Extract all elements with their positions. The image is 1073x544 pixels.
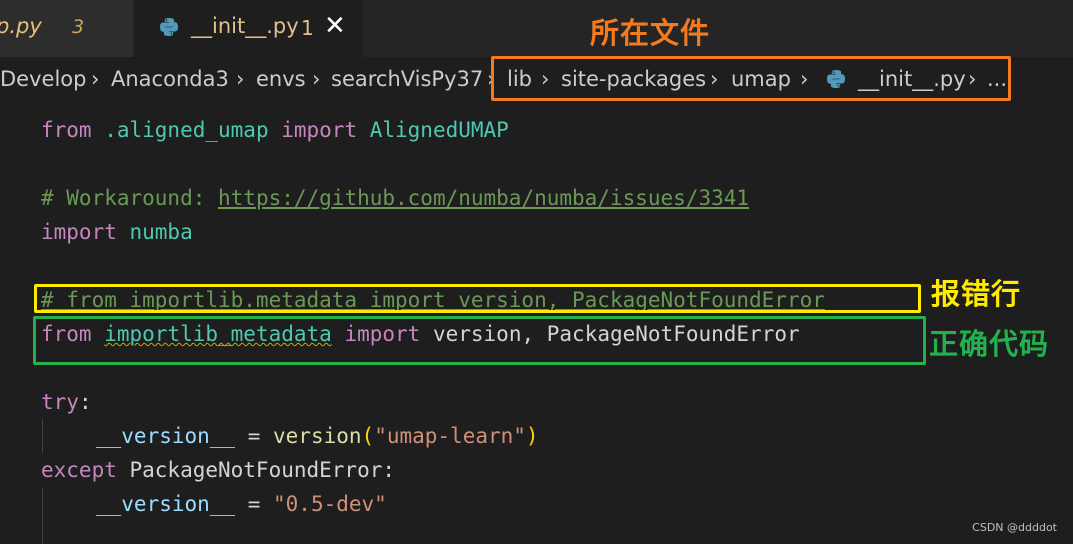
breadcrumb-item-envs[interactable]: envs [256, 67, 306, 91]
comment-link[interactable]: https://github.com/numba/numba/issues/33… [218, 186, 749, 210]
keyword: import [41, 220, 117, 244]
fix-annotation-label: 正确代码 [929, 327, 1050, 361]
chevron-right-icon: › [236, 67, 245, 91]
indent-guide [42, 487, 43, 523]
module-name: .aligned_umap [91, 118, 282, 142]
paren: ) [525, 424, 539, 448]
code-line-9: try: [41, 385, 92, 419]
code-line-10: __version__ = version("umap-learn") [96, 419, 539, 453]
code-line-1: from .aligned_umap import AlignedUMAP [41, 113, 509, 147]
correct-code-highlight-box [33, 316, 926, 365]
tab-label: __init__.py [191, 14, 299, 38]
code-line-3: # Workaround: https://github.com/numba/n… [41, 181, 749, 215]
string-literal: "umap-learn" [374, 424, 526, 448]
keyword: try [41, 390, 79, 414]
problem-count-badge: 3 [72, 16, 85, 38]
python-icon [159, 17, 179, 41]
function-call: version [273, 424, 362, 448]
chevron-right-icon: › [312, 67, 321, 91]
watermark: CSDN @ddddot [972, 521, 1057, 534]
class-name: AlignedUMAP [357, 118, 509, 142]
file-annotation-label: 所在文件 [590, 16, 711, 50]
paren: ( [361, 424, 375, 448]
breadcrumb-item-anaconda3[interactable]: Anaconda3 [111, 67, 229, 91]
keyword: import [281, 118, 358, 142]
error-line-highlight-box [34, 284, 921, 313]
exception-name: PackageNotFoundError: [116, 458, 396, 482]
close-icon[interactable]: ✕ [324, 11, 346, 41]
indent-guide [42, 419, 43, 453]
breadcrumb-item-searchvispy37[interactable]: searchVisPy37 [331, 67, 483, 91]
tab-bar: p.py 3 __init__.py 1 ✕ [0, 0, 1073, 57]
code-line-12: __version__ = "0.5-dev" [96, 487, 387, 521]
indent-guide [42, 523, 43, 544]
tab-init-py[interactable]: __init__.py 1 ✕ [134, 0, 362, 57]
module-name: numba [116, 220, 193, 244]
chevron-right-icon: › [91, 67, 100, 91]
comment: # Workaround: [41, 186, 219, 210]
colon: : [78, 390, 92, 414]
variable: __version__ [96, 492, 236, 516]
breadcrumb-item-develop[interactable]: Develop [0, 67, 86, 91]
error-annotation-label: 报错行 [931, 277, 1022, 311]
string-literal: "0.5-dev" [273, 492, 387, 516]
variable: __version__ [96, 424, 236, 448]
tab-p-py[interactable]: p.py 3 [0, 0, 133, 57]
file-path-highlight-box [491, 56, 1011, 101]
operator: = [235, 424, 274, 448]
keyword: from [41, 118, 92, 142]
operator: = [235, 492, 274, 516]
code-line-4: import numba [41, 215, 193, 249]
keyword: except [41, 458, 117, 482]
tab-label: p.py [0, 14, 42, 38]
problem-count-badge: 1 [301, 16, 314, 40]
code-line-11: except PackageNotFoundError: [41, 453, 395, 487]
